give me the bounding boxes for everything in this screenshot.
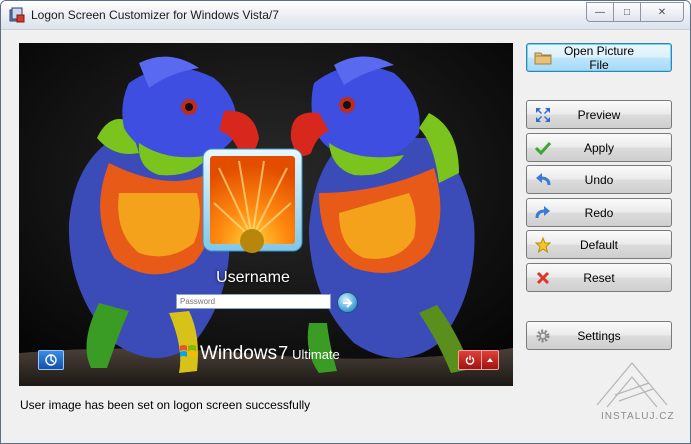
power-icon <box>465 355 475 365</box>
arrow-right-icon <box>343 297 353 308</box>
open-picture-file-label: Open Picture File <box>563 43 635 72</box>
window-title: Logon Screen Customizer for Windows Vist… <box>31 8 279 22</box>
undo-button[interactable]: Undo <box>526 165 672 194</box>
undo-label: Undo <box>584 172 614 187</box>
preview-label: Preview <box>577 107 621 122</box>
caption-buttons: — □ ✕ <box>586 2 684 22</box>
close-button[interactable]: ✕ <box>640 2 684 22</box>
ease-of-access-icon <box>45 354 57 366</box>
watermark-text: INSTALUJ.CZ <box>601 411 675 422</box>
settings-button[interactable]: Settings <box>526 321 672 350</box>
windows-branding: Windows 7 Ultimate <box>179 343 340 365</box>
windows-logo-icon <box>180 345 196 357</box>
shutdown-button[interactable] <box>458 350 482 370</box>
preview-button[interactable]: Preview <box>526 100 672 129</box>
password-field[interactable] <box>176 294 331 309</box>
open-picture-file-button[interactable]: Open Picture File <box>526 43 672 72</box>
title-bar[interactable]: Logon Screen Customizer for Windows Vist… <box>1 1 690 30</box>
status-message: User image has been set on logon screen … <box>20 398 311 412</box>
app-window: Logon Screen Customizer for Windows Vist… <box>0 0 691 444</box>
star-icon <box>533 235 553 255</box>
logon-preview: Username Windows 7 Ultimate <box>19 43 513 386</box>
apply-button[interactable]: Apply <box>526 133 672 162</box>
user-tile <box>202 148 303 253</box>
brand-version: 7 <box>278 343 289 363</box>
redo-arrow-icon <box>533 203 553 223</box>
expand-icon <box>533 105 553 125</box>
redo-button[interactable]: Redo <box>526 198 672 227</box>
close-icon: ✕ <box>657 6 667 18</box>
username-label: Username <box>216 269 290 286</box>
reset-label: Reset <box>583 270 615 285</box>
chevron-up-icon <box>487 358 493 362</box>
brand-edition: Ultimate <box>292 347 340 362</box>
reset-button[interactable]: Reset <box>526 263 672 292</box>
default-label: Default <box>579 237 619 252</box>
minimize-button[interactable]: — <box>586 2 614 22</box>
x-icon <box>533 268 553 288</box>
ease-of-access-button[interactable] <box>38 350 64 370</box>
default-button[interactable]: Default <box>526 230 672 259</box>
app-icon <box>9 7 25 23</box>
maximize-button[interactable]: □ <box>613 2 641 22</box>
checkmark-icon <box>533 138 553 158</box>
brand-windows: Windows <box>200 343 278 364</box>
submit-arrow-button[interactable] <box>337 292 358 313</box>
preview-canvas <box>19 43 513 386</box>
minimize-icon: — <box>595 6 605 18</box>
maximize-icon: □ <box>623 6 631 18</box>
redo-label: Redo <box>584 205 614 220</box>
undo-arrow-icon <box>533 170 553 190</box>
gear-icon <box>533 326 553 346</box>
settings-label: Settings <box>577 328 621 343</box>
apply-label: Apply <box>583 140 615 155</box>
shutdown-options-button[interactable] <box>481 350 499 370</box>
folder-icon <box>533 48 553 68</box>
